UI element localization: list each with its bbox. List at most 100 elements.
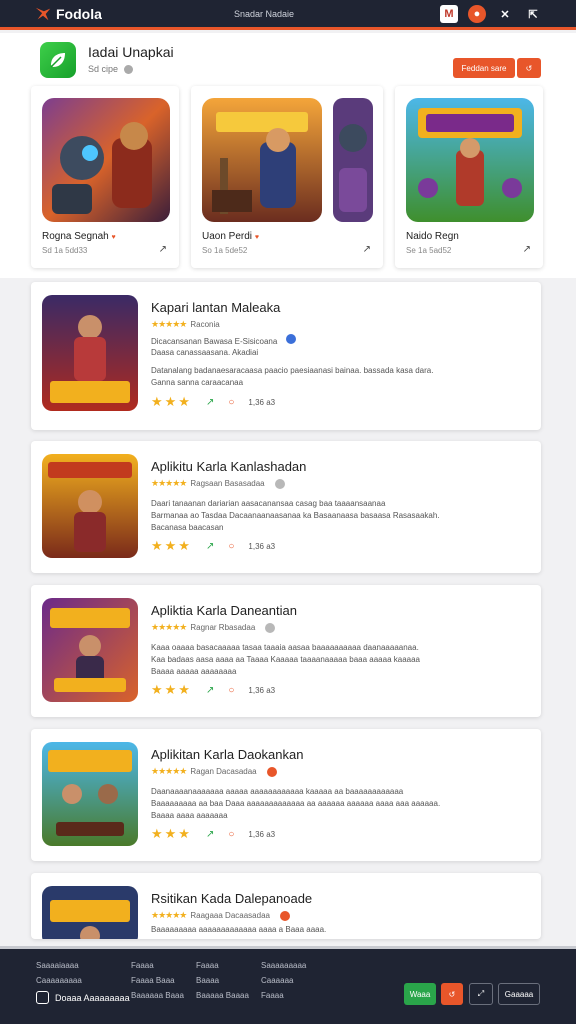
app-desc-line: Kaaa oaaaa basacaaaaa tasaa taaaia aasaa…: [151, 643, 419, 652]
close-icon[interactable]: ✕: [496, 5, 514, 23]
app-list-item[interactable]: Aplikitu Karla Kanlashadan ★★★★★ Ragsaan…: [31, 441, 541, 573]
app-desc-line: Daasa canassaasana. Akadiai: [151, 348, 259, 357]
featured-name-text: Uaon Perdi: [202, 231, 253, 242]
app-desc-line: Daanaaaanaaaaaaa aaaaa aaaaaaaaaaaa kaaa…: [151, 787, 404, 796]
play-icon: [279, 910, 290, 921]
refresh-button[interactable]: ↺: [441, 983, 463, 1005]
app-desc-line: Daari tanaanan dariarian aasacanansaa ca…: [151, 499, 386, 508]
app-desc-line: Datanalang badanaesaracaasa paacio paesi…: [151, 366, 434, 375]
info-icon: [123, 65, 133, 75]
share-icon[interactable]: ↗: [363, 244, 371, 255]
footer: Saaaaiaaaa Caaaaaaaaa Faaaa Faaaa Baaa B…: [0, 946, 576, 1024]
share-icon[interactable]: ↗: [159, 244, 167, 255]
download-count: 1,36 a3: [248, 685, 276, 695]
download-count: 1,36 a3: [248, 541, 276, 551]
app-list-item[interactable]: Rsitikan Kada Dalepanoade ★★★★★ Raagaaa …: [31, 873, 541, 939]
leaf-icon: [50, 53, 65, 68]
nav-icons: M ● ✕ ⇱: [440, 5, 542, 23]
rating-label: Raconia: [190, 320, 220, 329]
app-desc-line: Bacanasa baacasan: [151, 523, 224, 532]
app-rating: ★★★★★ Ragan Dacasadaa: [151, 766, 277, 777]
primary-action-button[interactable]: Feddan sare: [453, 58, 515, 78]
featured-name: Uaon Perdi ♥: [202, 231, 259, 242]
footer-link[interactable]: Caaaaaaaaa: [36, 976, 82, 985]
star-rating: ★★★: [151, 394, 192, 409]
brand-logo-icon: [35, 7, 51, 21]
fullscreen-button[interactable]: ⤢: [469, 983, 493, 1005]
footer-column: Faaaa Faaaa Baaa Baaaaaa Baaa: [131, 961, 184, 1000]
download-count: 1,36 a3: [248, 397, 276, 407]
expand-icon[interactable]: ⇱: [524, 5, 542, 23]
top-nav-bar: Fodola Snadar Nadaie M ● ✕ ⇱: [0, 0, 576, 30]
star-rating: ★★★: [151, 826, 192, 841]
footer-link[interactable]: Saaaaaaaaa: [261, 961, 306, 970]
share-icon[interactable]: ↗: [523, 244, 531, 255]
footer-column: Saaaaaaaaa Caaaaaa Faaaa: [261, 961, 306, 1000]
app-title: Rsitikan Kada Dalepanoade: [151, 891, 313, 906]
secondary-button[interactable]: Gaaaaa: [498, 983, 540, 1005]
featured-meta: Se 1a 5ad52: [406, 246, 452, 255]
info-icon: [265, 622, 276, 633]
badge-icon: [285, 334, 296, 344]
footer-link[interactable]: Baaaa: [196, 976, 249, 985]
app-rating: ★★★★★ Ragsaan Basasadaa: [151, 478, 285, 489]
featured-card[interactable]: Naido Regn Se 1a 5ad52 ↗: [395, 86, 543, 268]
footer-link[interactable]: Faaaa: [196, 961, 249, 970]
app-desc-line: Kaa badaas aasa aaaa aa Taaaa Kaaaaa taa…: [151, 655, 420, 664]
star-rating: ★★★★★: [151, 766, 187, 776]
download-icon[interactable]: ○: [228, 685, 234, 696]
download-count: 1,36 a3: [248, 829, 276, 839]
footer-column: Saaaaiaaaa Caaaaaaaaa: [36, 961, 82, 985]
app-list-item[interactable]: Apliktia Karla Daneantian ★★★★★ Ragnar R…: [31, 585, 541, 717]
nav-center-link[interactable]: Snadar Nadaie: [234, 9, 294, 19]
footer-brand[interactable]: Doaaa Aaaaaaaaa: [36, 991, 130, 1004]
footer-link[interactable]: Saaaaiaaaa: [36, 961, 82, 970]
featured-meta: Sd 1a 5dd33: [42, 246, 88, 255]
rating-label: Ragan Dacasadaa: [190, 767, 257, 776]
star-rating: ★★★★★: [151, 319, 187, 329]
featured-art: [202, 98, 322, 222]
green-button[interactable]: Waaa: [404, 983, 436, 1005]
download-icon[interactable]: ○: [228, 541, 234, 552]
brand[interactable]: Fodola: [34, 5, 102, 23]
app-desc-line: Barmanaa ao Tasdaa Dacaanaanaasanaa ka B…: [151, 511, 440, 520]
star-rating: ★★★★★: [151, 622, 187, 632]
app-desc-line: Baaaa aaaa aaaaaaa: [151, 811, 228, 820]
app-list-item[interactable]: Kapari lantan Maleaka ★★★★★ Raconia Dica…: [31, 282, 541, 430]
app-art: [42, 295, 138, 411]
featured-name: Naido Regn: [406, 231, 459, 242]
brand-name: Fodola: [56, 6, 102, 22]
footer-column: Faaaa Baaaa Baaaaa Baaaa: [196, 961, 249, 1000]
app-rating: ★★★★★ Raconia: [151, 319, 220, 330]
featured-card[interactable]: Uaon Perdi ♥ So 1a 5de52 ↗: [191, 86, 383, 268]
rating-label: Raagaaa Dacaasadaa: [190, 911, 270, 920]
footer-link[interactable]: Baaaaa Baaaa: [196, 991, 249, 1000]
featured-art-peek: [333, 98, 373, 222]
trend-up-icon: ↗: [205, 396, 215, 408]
app-art: [42, 598, 138, 702]
fire-icon[interactable]: ●: [468, 5, 486, 23]
m-icon[interactable]: M: [440, 5, 458, 23]
play-icon: [266, 766, 277, 777]
app-title: Kapari lantan Maleaka: [151, 300, 281, 315]
hero-subtitle: Sd cipe: [88, 64, 133, 75]
footer-link[interactable]: Caaaaaa: [261, 976, 306, 985]
trend-up-icon: ↗: [205, 684, 215, 696]
footer-link[interactable]: Faaaa: [131, 961, 184, 970]
app-desc-line: Baaaa aaaaa aaaaaaaa: [151, 667, 237, 676]
app-list-item[interactable]: Aplikitan Karla Daokankan ★★★★★ Ragan Da…: [31, 729, 541, 861]
hero-subtitle-text: Sd cipe: [88, 64, 119, 74]
app-logo-icon: [40, 42, 76, 78]
download-icon[interactable]: ○: [228, 829, 234, 840]
app-desc-line: Dicacansanan Bawasa E-Sisicoana: [151, 334, 296, 346]
refresh-button[interactable]: ↺: [517, 58, 541, 78]
app-title: Aplikitu Karla Kanlashadan: [151, 459, 307, 474]
download-icon[interactable]: ○: [228, 397, 234, 408]
footer-link[interactable]: Faaaa Baaa: [131, 976, 184, 985]
app-title: Aplikitan Karla Daokankan: [151, 747, 304, 762]
app-desc-line: Baaaaaaaaa aa baa Daaa aaaaaaaaaaaaa aa …: [151, 799, 441, 808]
footer-link[interactable]: Faaaa: [261, 991, 306, 1000]
footer-link[interactable]: Baaaaaa Baaa: [131, 991, 184, 1000]
featured-card[interactable]: Rogna Segnah ♥ Sd 1a 5dd33 ↗: [31, 86, 179, 268]
app-stats: ★★★ ↗ ○ 1,36 a3: [151, 826, 275, 842]
